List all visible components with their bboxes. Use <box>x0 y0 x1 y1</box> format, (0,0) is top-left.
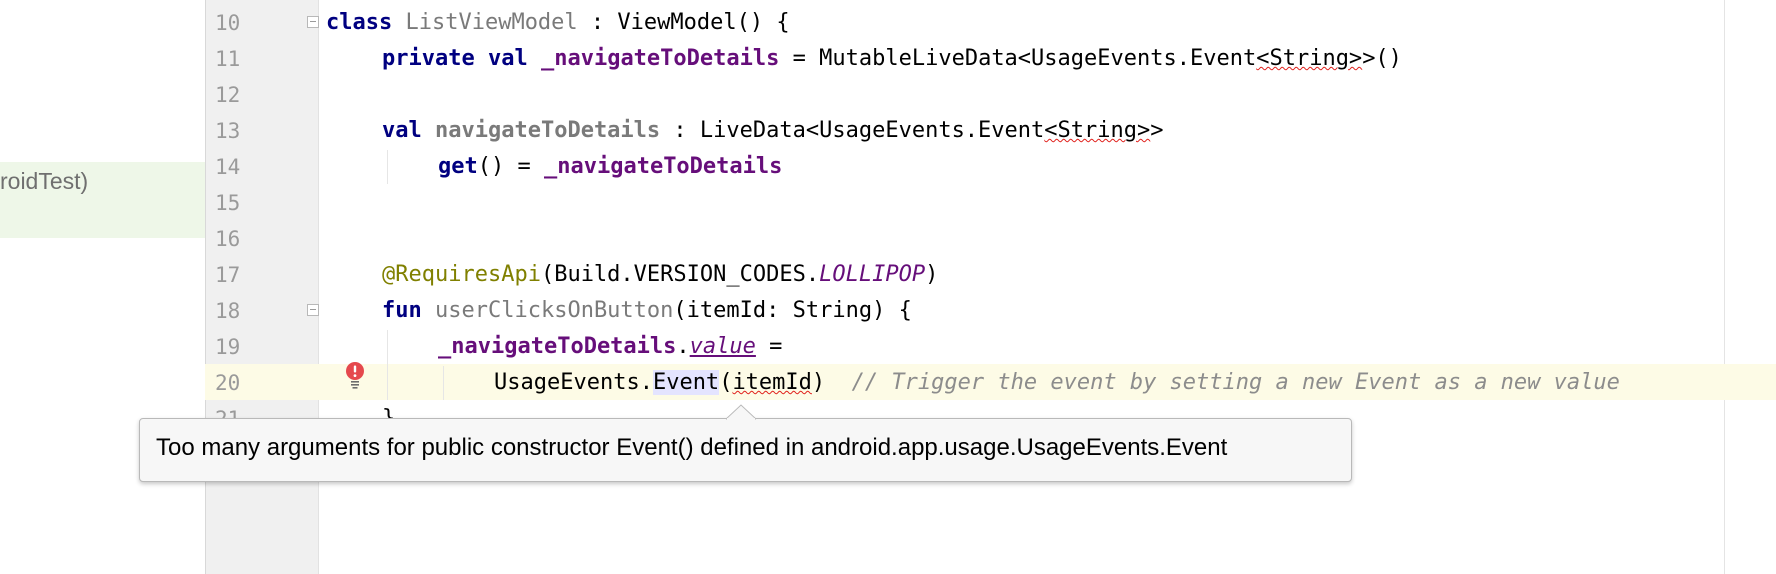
line-number: 11 <box>215 47 241 71</box>
line-number: 19 <box>215 335 241 359</box>
line-number: 16 <box>215 227 241 251</box>
line-number: 14 <box>215 155 241 179</box>
error-tooltip: Too many arguments for public constructo… <box>139 418 1352 482</box>
code-line[interactable]: 14 get() = _navigateToDetails <box>205 148 1776 184</box>
code-text[interactable]: } <box>382 406 395 418</box>
code-line[interactable]: 15 <box>205 184 1776 220</box>
code-line[interactable]: 19 _navigateToDetails.value = <box>205 328 1776 364</box>
code-line[interactable]: 18 fun userClicksOnButton(itemId: String… <box>205 292 1776 328</box>
code-text[interactable]: UsageEvents.Event(itemId) // Trigger the… <box>494 370 1620 395</box>
code-line[interactable]: 11 private val _navigateToDetails = Muta… <box>205 40 1776 76</box>
line-number: 13 <box>215 119 241 143</box>
indent-guide <box>387 330 388 400</box>
tooltip-pointer-icon <box>726 404 756 420</box>
code-line[interactable]: 12 <box>205 76 1776 112</box>
code-line[interactable]: 10 class ListViewModel : ViewModel() { <box>205 4 1776 40</box>
fold-icon[interactable] <box>307 304 319 316</box>
code-text[interactable]: val navigateToDetails : LiveData<UsageEv… <box>382 118 1164 143</box>
code-text[interactable]: fun userClicksOnButton(itemId: String) { <box>382 298 912 323</box>
code-line[interactable]: 13 val navigateToDetails : LiveData<Usag… <box>205 112 1776 148</box>
line-number: 21 <box>215 407 255 418</box>
code-line-current[interactable]: 20 UsageEvents.Event(itemId) // Trigger … <box>205 364 1776 400</box>
code-line[interactable]: 16 <box>205 220 1776 256</box>
code-line[interactable]: 21 } <box>205 400 1776 418</box>
code-text[interactable]: _navigateToDetails.value = <box>438 334 782 359</box>
indent-guide <box>443 366 444 400</box>
project-panel: roidTest) <box>0 0 205 574</box>
line-number: 15 <box>215 191 241 215</box>
line-number: 18 <box>215 299 241 323</box>
error-tooltip-message: Too many arguments for public constructo… <box>156 434 1228 461</box>
line-number: 12 <box>215 83 241 107</box>
error-bulb-icon[interactable] <box>345 362 365 390</box>
code-text[interactable]: @RequiresApi(Build.VERSION_CODES.LOLLIPO… <box>382 262 938 287</box>
line-number: 17 <box>215 263 241 287</box>
indent-guide <box>387 150 388 184</box>
fold-icon[interactable] <box>307 16 319 28</box>
code-line[interactable]: 17 @RequiresApi(Build.VERSION_CODES.LOLL… <box>205 256 1776 292</box>
project-tree-item-label[interactable]: roidTest) <box>0 168 88 195</box>
code-text[interactable]: class ListViewModel : ViewModel() { <box>326 10 790 35</box>
line-number: 10 <box>215 11 241 35</box>
code-text[interactable]: get() = _navigateToDetails <box>438 154 782 179</box>
code-text[interactable]: private val _navigateToDetails = Mutable… <box>382 46 1402 71</box>
line-number: 20 <box>215 371 241 395</box>
